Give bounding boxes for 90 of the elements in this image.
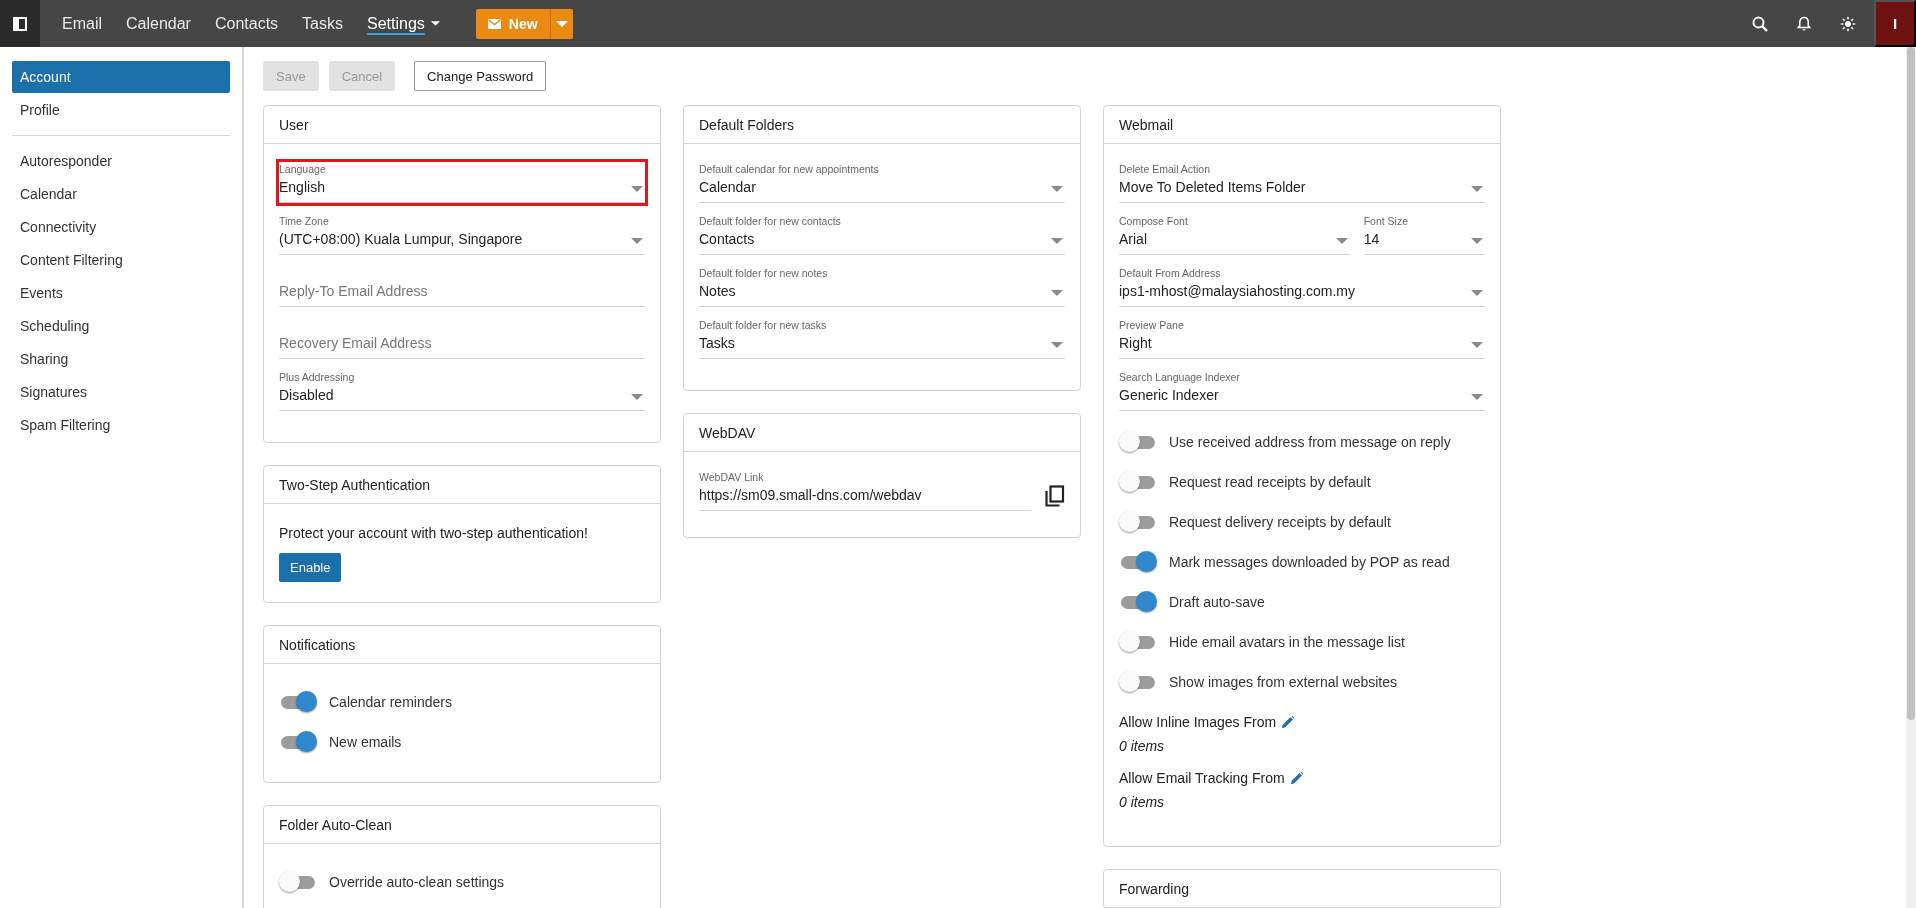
action-button[interactable]: Change Password	[414, 61, 547, 91]
toggle-switch[interactable]	[1119, 511, 1157, 533]
toggle-switch[interactable]	[1119, 471, 1157, 493]
caret-icon	[1335, 238, 1348, 244]
toggle-label: Request read receipts by default	[1169, 474, 1371, 490]
panel-icon	[13, 16, 27, 31]
card-title: WebDAV	[684, 414, 1080, 452]
card-title: Webmail	[1104, 106, 1500, 144]
toggle-switch[interactable]	[1119, 551, 1157, 573]
card-title: User	[264, 106, 660, 144]
toggle-switch[interactable]	[279, 731, 317, 753]
search-icon	[1752, 15, 1768, 32]
toggle-label: Mark messages downloaded by POP as read	[1169, 554, 1450, 570]
sidebar-item[interactable]: Events	[12, 277, 230, 309]
caret-icon	[1471, 186, 1483, 192]
toggle-switch[interactable]	[1119, 631, 1157, 653]
caret-icon	[555, 20, 568, 27]
bell-icon	[1796, 15, 1812, 32]
sidebar-item[interactable]: Content Filtering	[12, 244, 230, 276]
nav-tab[interactable]: Calendar	[114, 10, 203, 37]
select-field[interactable]: Language English	[279, 162, 645, 203]
caret-icon	[1471, 290, 1483, 296]
nav-tab[interactable]: Contacts	[202, 10, 291, 37]
select-field[interactable]: Delete Email Action Move To Deleted Items Folder	[1119, 162, 1485, 203]
sidebar-item[interactable]: Sharing	[12, 343, 230, 375]
select-field[interactable]: Default calendar for new appointments Calendar	[699, 162, 1065, 203]
select-field[interactable]: Font Size 14	[1363, 214, 1485, 255]
caret-icon	[1471, 342, 1483, 348]
sun-icon	[1840, 15, 1856, 32]
sidebar-item[interactable]: Profile	[12, 94, 230, 126]
select-field[interactable]: Preview Pane Right	[1119, 318, 1485, 359]
pencil-icon[interactable]	[1282, 716, 1295, 728]
item-count: 0 items	[1119, 738, 1166, 754]
select-field[interactable]: Default folder for new contacts Contacts	[699, 214, 1065, 255]
toggle-label: Request delivery receipts by default	[1169, 514, 1391, 530]
scrollbar[interactable]	[1906, 47, 1916, 908]
caret-icon	[1471, 394, 1483, 400]
toggle-label: Show images from external websites	[1169, 674, 1397, 690]
sidebar-item[interactable]: Account	[12, 61, 230, 93]
card-title: Notifications	[264, 626, 660, 664]
toggle-switch[interactable]	[1119, 671, 1157, 693]
pencil-icon[interactable]	[1290, 772, 1303, 784]
caret-icon	[631, 186, 643, 192]
list-label: Allow Email Tracking From	[1119, 770, 1285, 786]
select-field[interactable]: Compose Font Arial	[1119, 214, 1350, 255]
enable-button[interactable]: Enable	[279, 553, 342, 582]
select-field[interactable]: Default folder for new notes Notes	[699, 266, 1065, 307]
nav-tab[interactable]: Tasks	[290, 10, 355, 37]
card-title: Forwarding	[1104, 870, 1500, 908]
nav-tab[interactable]: Email	[50, 10, 114, 37]
toggle-switch[interactable]	[279, 691, 317, 713]
caret-icon	[631, 394, 643, 400]
avatar-button[interactable]: I	[1874, 0, 1916, 47]
select-field[interactable]: Time Zone (UTC+08:00) Kuala Lumpur, Singapore	[279, 214, 645, 255]
link-field[interactable]: WebDAV Link https://sm09.small-dns.com/webdav	[699, 470, 1031, 511]
caret-icon	[1471, 238, 1483, 244]
sidebar-item[interactable]: Calendar	[12, 178, 230, 210]
sidebar-item[interactable]: Signatures	[12, 376, 230, 408]
panel-toggle-button[interactable]	[0, 0, 40, 47]
toggle-label: Calendar reminders	[329, 694, 452, 710]
sidebar-item[interactable]: Scheduling	[12, 310, 230, 342]
envelope-icon	[487, 18, 501, 29]
select-field[interactable]: Default folder for new tasks Tasks	[699, 318, 1065, 359]
nav-tab[interactable]: Settings	[355, 10, 452, 37]
toggle-switch[interactable]	[279, 871, 317, 893]
description-text: Protect your account with two-step authentication!	[279, 525, 589, 541]
caret-icon	[631, 238, 643, 244]
select-field[interactable]: Search Language Indexer Generic Indexer	[1119, 370, 1485, 411]
caret-icon	[1051, 186, 1063, 192]
sidebar-item[interactable]: Spam Filtering	[12, 409, 230, 441]
card-title: Two-Step Authentication	[264, 466, 660, 504]
caret-icon	[1051, 238, 1063, 244]
item-count: 0 items	[1119, 794, 1166, 810]
select-field[interactable]: Plus Addressing Disabled	[279, 370, 645, 411]
toggle-label: Override auto-clean settings	[329, 874, 505, 890]
caret-icon	[1051, 290, 1063, 296]
copy-icon	[1045, 485, 1065, 507]
toggle-label: New emails	[329, 734, 402, 750]
toggle-label: Hide email avatars in the message list	[1169, 634, 1405, 650]
select-field[interactable]: Default From Address ips1-mhost@malaysiahosting.com.my	[1119, 266, 1485, 307]
card-title: Default Folders	[684, 106, 1080, 144]
toggle-label: Draft auto-save	[1169, 594, 1265, 610]
caret-icon	[1051, 342, 1063, 348]
card-title: Folder Auto-Clean	[264, 806, 660, 844]
toggle-switch[interactable]	[1119, 431, 1157, 453]
toggle-switch[interactable]	[1119, 591, 1157, 613]
list-label: Allow Inline Images From	[1119, 714, 1277, 730]
toggle-label: Use received address from message on reply	[1169, 434, 1451, 450]
sidebar-item[interactable]: Connectivity	[12, 211, 230, 243]
sidebar-item[interactable]: Autoresponder	[12, 145, 230, 177]
